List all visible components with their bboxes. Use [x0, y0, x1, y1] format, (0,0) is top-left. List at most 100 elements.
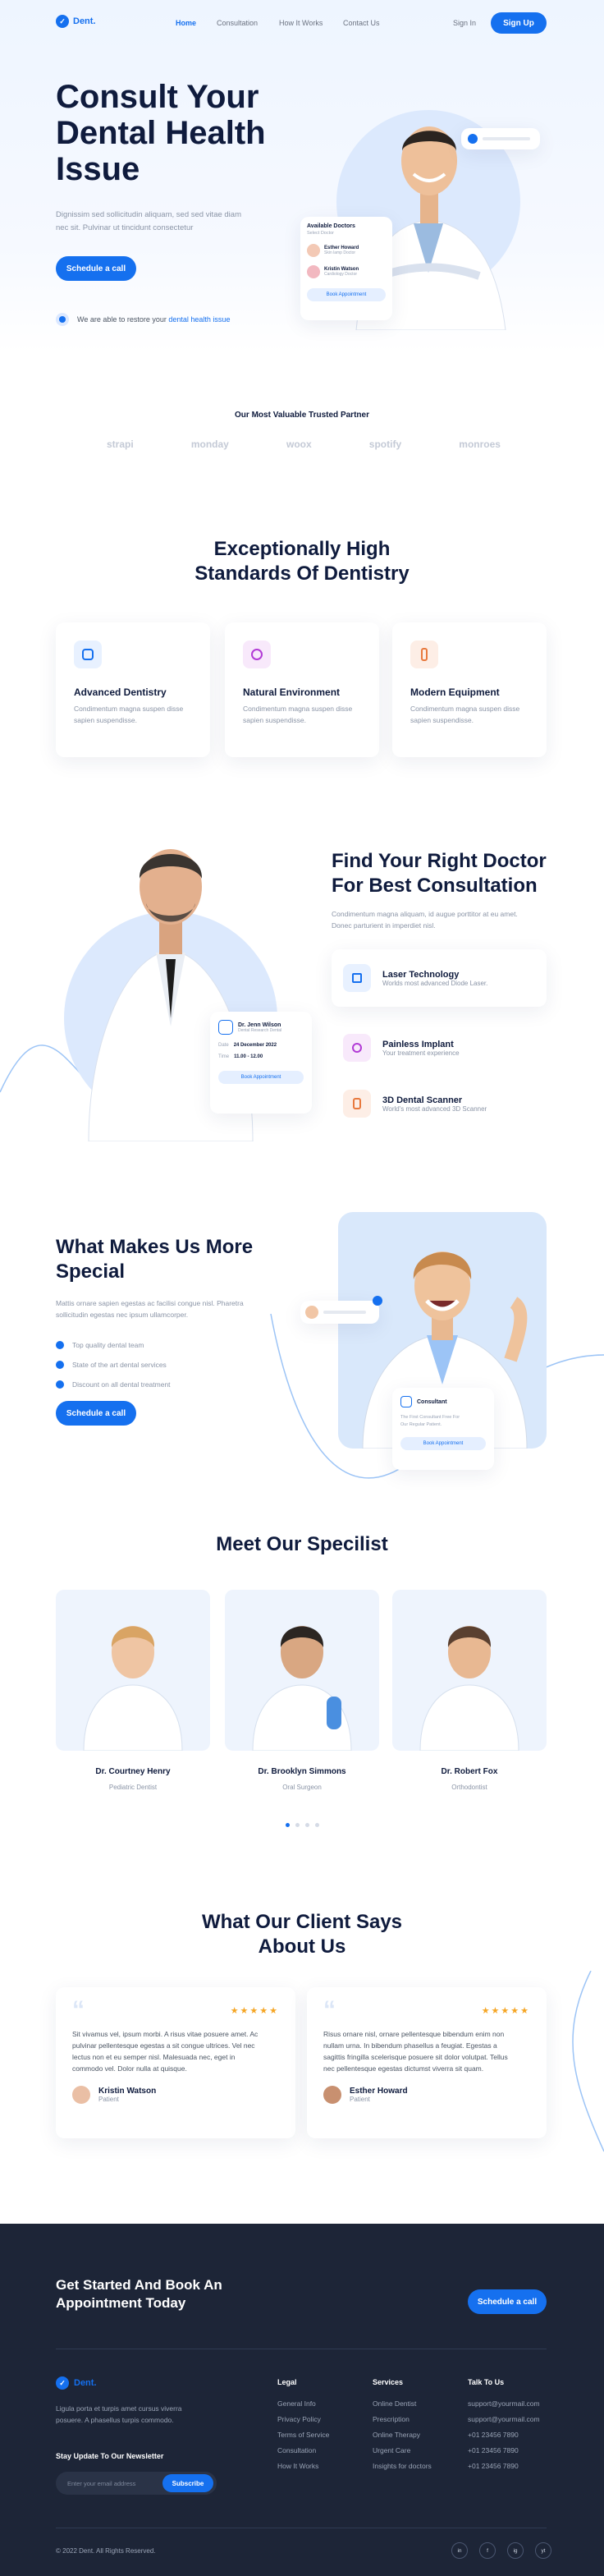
testimonials-title: What Our Client Says About Us: [0, 1910, 604, 1959]
testimonial-text: commodo vel. Dolor nulla at quisque.: [72, 2064, 187, 2073]
legal-title: Legal: [277, 2378, 297, 2386]
laser-icon: [343, 964, 371, 992]
consultant-icon: [400, 1396, 412, 1407]
footer-link[interactable]: support@yourmail.com: [468, 2412, 540, 2427]
partner-logo-woox: woox: [286, 439, 312, 450]
nav-contact-us[interactable]: Contact Us: [343, 19, 409, 27]
star-rating: ★★★★★: [481, 2005, 530, 2016]
cta-title-line: Get Started And Book An: [56, 2277, 222, 2293]
book-appointment-button[interactable]: Book Appointment: [218, 1071, 304, 1084]
testimonial-text: nullam urna. In bibendum phasellus a feu…: [323, 2041, 497, 2050]
footer-desc-line: Ligula porta et turpis amet cursus viver…: [56, 2404, 182, 2413]
doctor-role: Skin lamp Doctor: [324, 250, 356, 255]
testimonial-name: Kristin Watson: [98, 2087, 157, 2096]
footer-link[interactable]: +01 23456 7890: [468, 2443, 540, 2459]
tooth-logo-icon: ✓: [56, 15, 69, 28]
makes-title-line: What Makes Us More: [56, 1236, 254, 1258]
hero-schedule-button[interactable]: Schedule a call: [56, 256, 136, 281]
quote-icon: “: [72, 1996, 85, 2023]
specialist-photo: [56, 1590, 210, 1752]
linkedin-icon[interactable]: in: [451, 2542, 468, 2559]
hero-description: Dignissim sed sollicitudin aliquam, sed …: [56, 209, 241, 235]
feature-card-title: Natural Environment: [243, 686, 341, 698]
footer-link[interactable]: +01 23456 7890: [468, 2459, 540, 2474]
book-appointment-button[interactable]: Book Appointment: [307, 288, 386, 301]
newsletter-title: Stay Update To Our Newsletter: [56, 2452, 164, 2460]
footer-link[interactable]: Insights for doctors: [373, 2459, 432, 2474]
nav-consultation[interactable]: Consultation: [217, 19, 282, 27]
testimonial-text: nec pellentesque egestas dictumst viverr…: [323, 2064, 484, 2073]
chat-badge: [300, 1296, 382, 1324]
makes-description: Mattis ornare sapien egestas ac facilisi…: [56, 1297, 244, 1320]
specialist-role: Oral Surgeon: [282, 1784, 322, 1791]
signup-button[interactable]: Sign Up: [491, 12, 547, 34]
carousel-dot[interactable]: [305, 1823, 309, 1827]
date-label: Date: [218, 1043, 229, 1048]
footer-link[interactable]: Consultation: [277, 2443, 329, 2459]
footer-link[interactable]: Privacy Policy: [277, 2412, 329, 2427]
check-icon: [56, 1341, 64, 1349]
available-doctors-card: Available Doctors Select Doctor Esther H…: [300, 217, 392, 320]
partner-logo-spotify: spotify: [368, 439, 402, 450]
cta-title: Get Started And Book An Appointment Toda…: [56, 2276, 222, 2312]
instagram-icon[interactable]: ig: [507, 2542, 524, 2559]
footer-link[interactable]: Terms of Service: [277, 2427, 329, 2443]
services-links: Online Dentist Prescription Online Thera…: [373, 2396, 432, 2474]
testimonial-role: Patient: [98, 2096, 119, 2103]
doctor-option[interactable]: Esther Howard Skin lamp Doctor: [307, 244, 386, 257]
tooth-logo-icon: ✓: [56, 2376, 69, 2390]
footer-link[interactable]: Urgent Care: [373, 2443, 432, 2459]
feature-laser-technology: Laser Technology Worlds most advanced Dio…: [332, 949, 547, 1007]
card-doctor-name: Dr. Jenn Wilson: [238, 1022, 281, 1028]
feature-card-desc: Condimentum magna suspen disse: [74, 705, 184, 713]
feature-card-desc: sapien suspendisse.: [74, 716, 138, 724]
footer-link[interactable]: General Info: [277, 2396, 329, 2412]
nav-how-it-works[interactable]: How It Works: [279, 19, 345, 27]
signin-link[interactable]: Sign In: [453, 19, 476, 27]
book-appointment-button[interactable]: Book Appointment: [400, 1437, 486, 1450]
footer-link[interactable]: How It Works: [277, 2459, 329, 2474]
carousel-dots: [286, 1823, 319, 1827]
carousel-dot[interactable]: [315, 1823, 319, 1827]
facebook-icon[interactable]: f: [479, 2542, 496, 2559]
carousel-dot[interactable]: [295, 1823, 300, 1827]
footer-link[interactable]: Online Dentist: [373, 2396, 432, 2412]
makes-schedule-button[interactable]: Schedule a call: [56, 1401, 136, 1426]
partner-logo-monroes: monroes: [459, 439, 501, 450]
nav-home[interactable]: Home: [176, 19, 196, 27]
shield-check-icon: [468, 134, 478, 144]
feature-title: Laser Technology: [382, 969, 460, 980]
footer-brand[interactable]: ✓ Dent.: [56, 2376, 97, 2390]
standards-title-line: Standards Of Dentistry: [194, 562, 410, 585]
heart-icon: [373, 1296, 382, 1306]
feature-card-desc: sapien suspendisse.: [243, 716, 307, 724]
footer-link[interactable]: Prescription: [373, 2412, 432, 2427]
card-title: Available Doctors: [307, 223, 355, 229]
doctor-badge-icon: [218, 1020, 233, 1035]
cta-schedule-button[interactable]: Schedule a call: [468, 2289, 547, 2314]
footer-link[interactable]: +01 23456 7890: [468, 2427, 540, 2443]
footer-link[interactable]: Online Therapy: [373, 2427, 432, 2443]
feature-card-desc: Condimentum magna suspen disse: [410, 705, 520, 713]
feature-painless-implant: Painless Implant Your treatment experienc…: [332, 1025, 547, 1071]
hero-note-link[interactable]: dental health issue: [168, 315, 230, 324]
subscribe-button[interactable]: Subscribe: [162, 2474, 213, 2492]
partners-title: Our Most Valuable Trusted Partner: [235, 411, 369, 420]
tooth-tool-icon: [410, 641, 438, 668]
card-doctor-role: Dental Research Dental: [238, 1027, 282, 1033]
feature-title: 3D Dental Scanner: [382, 1095, 463, 1105]
doctor-option[interactable]: Kristin Watson Cardiology Doctor: [307, 265, 386, 278]
specialist-photo: [392, 1590, 547, 1752]
footer-link[interactable]: support@yourmail.com: [468, 2396, 540, 2412]
feature-card-desc: Condimentum magna suspen disse: [243, 705, 353, 713]
hero-title: Consult Your Dental Health Issue: [56, 79, 266, 187]
specialists-title: Meet Our Specilist: [216, 1533, 388, 1555]
standards-title: Exceptionally High Standards Of Dentistr…: [0, 537, 604, 586]
cta-title-line: Appointment Today: [56, 2295, 186, 2311]
makes-desc-line: sollicitudin egestas nec ipsum ullamcorp…: [56, 1311, 189, 1319]
brand-logo[interactable]: ✓ Dent.: [56, 15, 96, 28]
brand-name: Dent.: [73, 16, 96, 26]
time-value: 11.00 - 12.00: [234, 1054, 263, 1059]
carousel-dot[interactable]: [286, 1823, 290, 1827]
youtube-icon[interactable]: yt: [535, 2542, 551, 2559]
